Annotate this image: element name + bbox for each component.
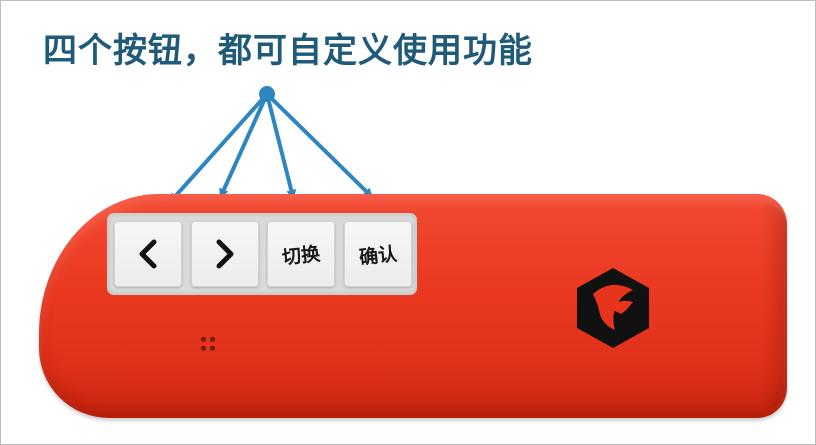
device-edge: [761, 202, 787, 410]
caption-title: 四个按钮，都可自定义使用功能: [43, 31, 533, 71]
left-button[interactable]: [114, 221, 182, 287]
arrow-origin-dot: [259, 86, 275, 102]
chevron-right-icon: [213, 239, 237, 269]
arrow-to-button-4: [265, 92, 374, 199]
right-button[interactable]: [191, 221, 259, 287]
confirm-button[interactable]: 确认: [344, 221, 412, 287]
arrow-to-button-1: [168, 92, 269, 204]
arrow-to-button-3: [265, 93, 297, 200]
confirm-button-label: 确认: [358, 242, 399, 269]
switch-button-label: 切换: [281, 242, 322, 269]
brand-logo-icon: [577, 268, 649, 348]
arrow-to-button-2: [219, 93, 269, 199]
switch-button[interactable]: 切换: [267, 221, 335, 287]
chevron-left-icon: [136, 239, 160, 269]
screenshot-frame: 四个按钮，都可自定义使用功能 切换 确认: [0, 0, 816, 445]
microphone-holes: [199, 335, 223, 359]
